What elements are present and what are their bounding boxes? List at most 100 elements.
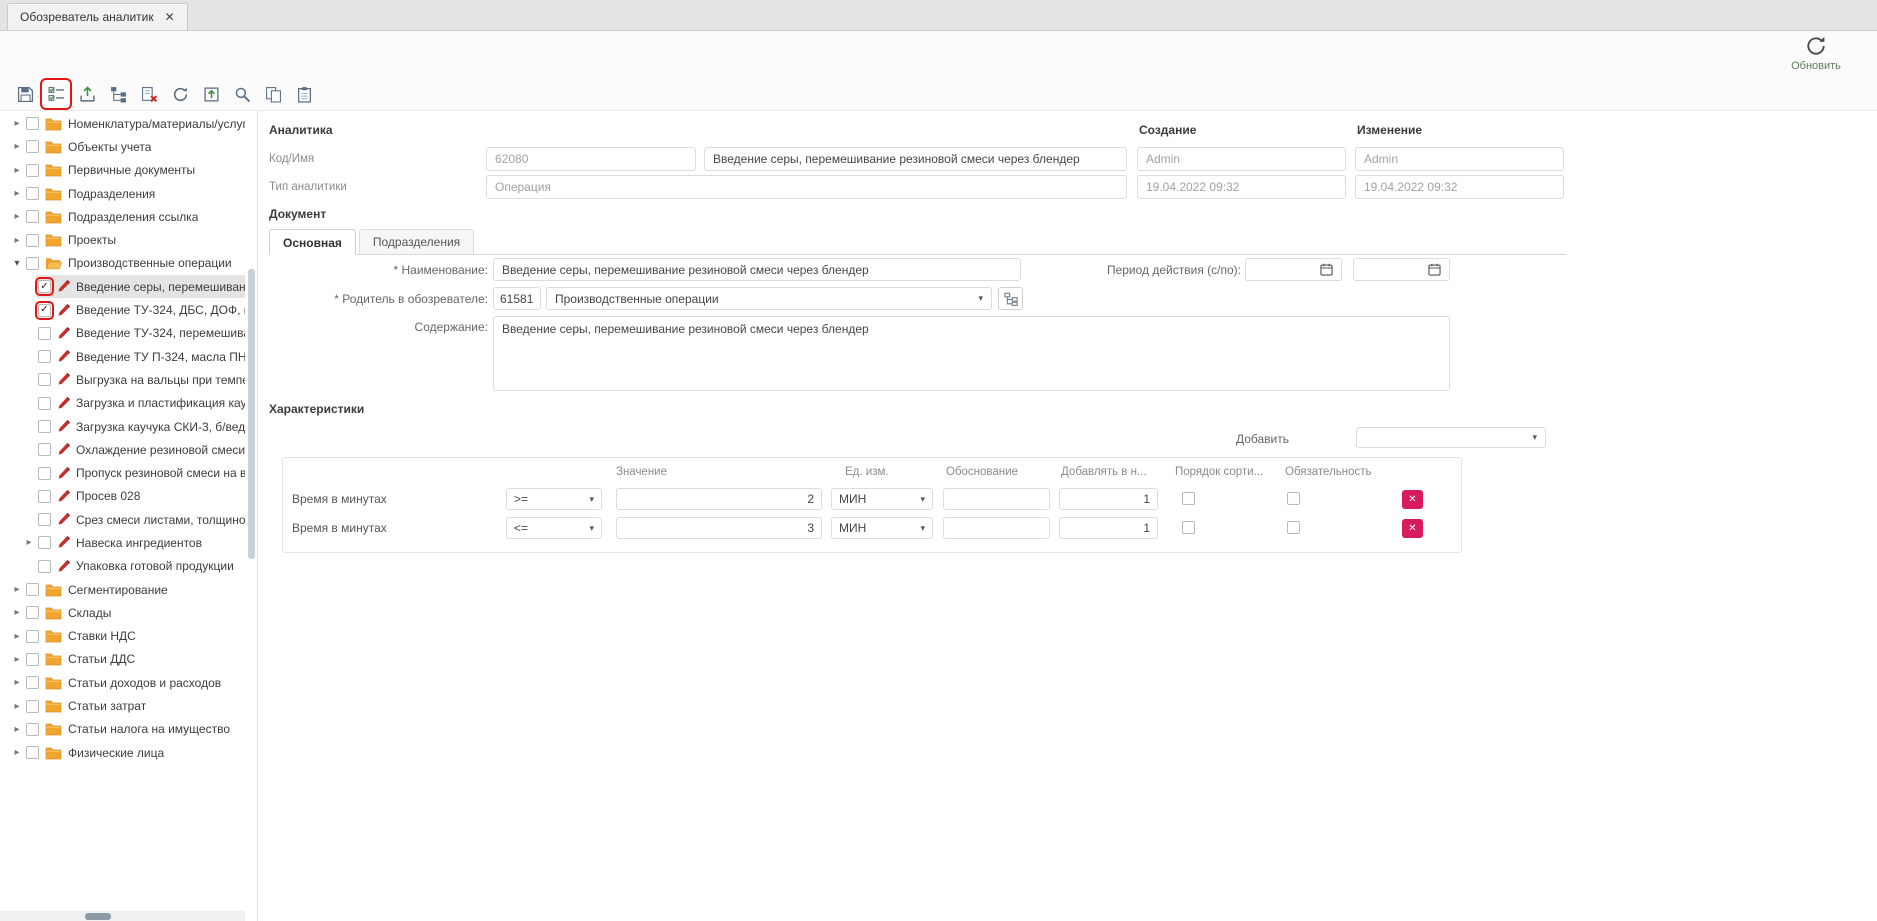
tree-item-leaf[interactable]: Загрузка каучука СКИ-3, б/ведр: [0, 415, 245, 438]
created-at-field[interactable]: 19.04.2022 09:32: [1137, 175, 1346, 199]
collapse-arrow-icon[interactable]: ▾: [10, 258, 24, 269]
justification-input[interactable]: [943, 488, 1050, 510]
tree-item-folder[interactable]: ▸Статьи налога на имущество: [0, 718, 245, 741]
refresh-button[interactable]: Обновить: [1783, 35, 1849, 72]
expand-arrow-icon[interactable]: ▸: [10, 607, 24, 618]
expand-arrow-icon[interactable]: ▸: [10, 724, 24, 735]
search-button[interactable]: [229, 81, 255, 107]
period-to-input[interactable]: [1353, 258, 1450, 281]
operator-select[interactable]: >=▾: [506, 488, 602, 510]
expand-arrow-icon[interactable]: ▸: [10, 235, 24, 246]
expand-arrow-icon[interactable]: ▸: [10, 188, 24, 199]
copy-button[interactable]: [260, 81, 286, 107]
expand-arrow-icon[interactable]: ▸: [10, 165, 24, 176]
unit-select[interactable]: МИН▾: [831, 488, 933, 510]
tree-item-checkbox[interactable]: [26, 187, 39, 200]
tree-item-checkbox[interactable]: [26, 117, 39, 130]
delete-row-button[interactable]: ✕: [1402, 519, 1423, 538]
expand-arrow-icon[interactable]: ▸: [10, 584, 24, 595]
tree-item-folder[interactable]: ▸Статьи доходов и расходов: [0, 671, 245, 694]
tree-item-folder[interactable]: ▸Сегментирование: [0, 578, 245, 601]
save-button[interactable]: [12, 81, 38, 107]
delete-row-button[interactable]: ✕: [1402, 490, 1423, 509]
tree-item-checkbox[interactable]: [26, 653, 39, 666]
open-tree-button[interactable]: [998, 287, 1023, 310]
tree-item-checkbox[interactable]: [26, 234, 39, 247]
parent-code-input[interactable]: 61581: [493, 287, 541, 310]
created-by-field[interactable]: Admin: [1137, 147, 1346, 171]
tab-main[interactable]: Основная: [269, 229, 356, 255]
tree-item-folder[interactable]: ▸Проекты: [0, 228, 245, 251]
tree-horizontal-scrollbar[interactable]: [0, 911, 245, 921]
tree-item-checkbox[interactable]: [38, 397, 51, 410]
tree-item-checkbox[interactable]: [26, 630, 39, 643]
expand-arrow-icon[interactable]: ▸: [10, 118, 24, 129]
tab-analytics-explorer[interactable]: Обозреватель аналитик ✕: [7, 3, 188, 30]
delete-button[interactable]: [136, 81, 162, 107]
tree-item-checkbox[interactable]: [26, 606, 39, 619]
tree-item-folder[interactable]: ▾Производственные операции: [0, 252, 245, 275]
tree-item-leaf[interactable]: Введение ТУ-324, перемешиван: [0, 322, 245, 345]
tree-item-checkbox[interactable]: ✓: [38, 304, 51, 317]
sort-order-checkbox[interactable]: [1182, 492, 1195, 505]
tree-item-folder[interactable]: ▸Подразделения: [0, 182, 245, 205]
tree-item-checkbox[interactable]: [26, 164, 39, 177]
tree-horizontal-scrollbar-thumb[interactable]: [85, 913, 111, 920]
calendar-icon[interactable]: [1320, 263, 1333, 276]
reload-button[interactable]: [167, 81, 193, 107]
tree-item-folder[interactable]: ▸Ставки НДС: [0, 625, 245, 648]
add-select[interactable]: ▾: [1356, 427, 1546, 448]
multi-select-button[interactable]: [43, 81, 69, 107]
tree-item-checkbox[interactable]: [26, 746, 39, 759]
expand-arrow-icon[interactable]: ▸: [10, 211, 24, 222]
paste-button[interactable]: [291, 81, 317, 107]
justification-input[interactable]: [943, 517, 1050, 539]
tree-item-folder[interactable]: ▸Подразделения ссылка: [0, 205, 245, 228]
tree-item-folder[interactable]: ▸Первичные документы: [0, 159, 245, 182]
tree-item-checkbox[interactable]: [38, 536, 51, 549]
tree-item-folder[interactable]: ▸Статьи затрат: [0, 694, 245, 717]
tree-item-checkbox[interactable]: [38, 513, 51, 526]
content-textarea[interactable]: Введение серы, перемешивание резиновой с…: [493, 316, 1450, 391]
add-to-input[interactable]: 1: [1059, 517, 1158, 539]
required-checkbox[interactable]: [1287, 521, 1300, 534]
tree-item-leaf[interactable]: Выгрузка на вальцы при темпе: [0, 368, 245, 391]
tree-item-folder[interactable]: ▸Номенклатура/материалы/услуги: [0, 112, 245, 135]
expand-arrow-icon[interactable]: ▸: [10, 141, 24, 152]
tree-item-checkbox[interactable]: [38, 560, 51, 573]
tree-item-checkbox[interactable]: [26, 140, 39, 153]
tree-item-leaf[interactable]: ✓Введение серы, перемешивание: [0, 275, 245, 298]
tree-item-folder[interactable]: ▸Склады: [0, 601, 245, 624]
expand-arrow-icon[interactable]: ▸: [10, 677, 24, 688]
expand-arrow-icon[interactable]: ▸: [10, 747, 24, 758]
tree-item-checkbox[interactable]: [38, 467, 51, 480]
analytics-type-field[interactable]: Операция: [486, 175, 1127, 199]
tree-item-checkbox[interactable]: [38, 350, 51, 363]
tree-item-leaf[interactable]: Упаковка готовой продукции: [0, 555, 245, 578]
tree-item-folder[interactable]: ▸Объекты учета: [0, 135, 245, 158]
value-input[interactable]: 3: [616, 517, 822, 539]
tree-item-folder[interactable]: ▸Статьи ДДС: [0, 648, 245, 671]
close-icon[interactable]: ✕: [165, 10, 175, 24]
tree-item-checkbox[interactable]: [38, 490, 51, 503]
period-from-input[interactable]: [1245, 258, 1342, 281]
tree-item-checkbox[interactable]: [26, 723, 39, 736]
expand-arrow-icon[interactable]: ▸: [10, 631, 24, 642]
tab-departments[interactable]: Подразделения: [359, 229, 474, 254]
expand-arrow-icon[interactable]: ▸: [10, 654, 24, 665]
calendar-icon[interactable]: [1428, 263, 1441, 276]
value-input[interactable]: 2: [616, 488, 822, 510]
import-button[interactable]: [198, 81, 224, 107]
tree-item-checkbox[interactable]: [26, 676, 39, 689]
code-field[interactable]: 62080: [486, 147, 696, 171]
tree-item-checkbox[interactable]: [26, 210, 39, 223]
tree-item-leaf[interactable]: Охлаждение резиновой смеси н: [0, 438, 245, 461]
tree-item-leaf[interactable]: Срез смеси листами, толщиной: [0, 508, 245, 531]
tree-item-checkbox[interactable]: [38, 373, 51, 386]
doc-name-input[interactable]: Введение серы, перемешивание резиновой с…: [493, 258, 1021, 281]
modified-by-field[interactable]: Admin: [1355, 147, 1564, 171]
tree-view-button[interactable]: [105, 81, 131, 107]
tree-item-checkbox[interactable]: [38, 420, 51, 433]
modified-at-field[interactable]: 19.04.2022 09:32: [1355, 175, 1564, 199]
add-to-input[interactable]: 1: [1059, 488, 1158, 510]
